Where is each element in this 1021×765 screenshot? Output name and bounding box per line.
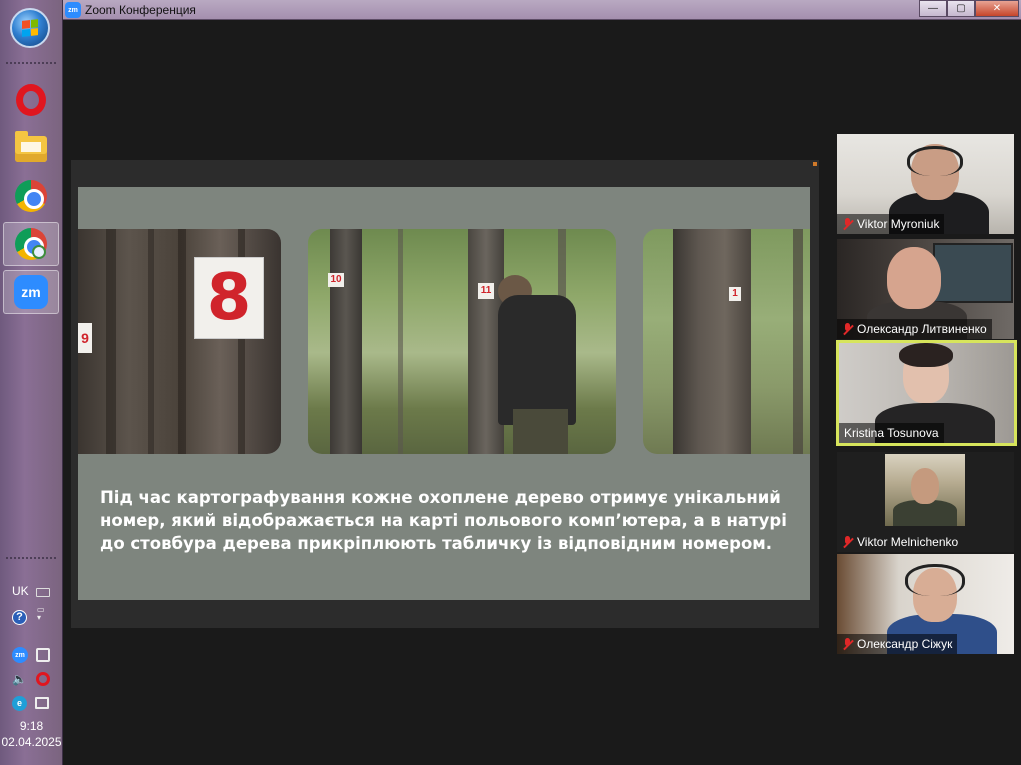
window-controls: — ▢ ✕ xyxy=(919,0,1019,18)
participant-silhouette xyxy=(887,247,941,309)
participant-tile-active-speaker[interactable]: Kristina Tosunova xyxy=(836,340,1017,446)
language-indicator[interactable]: UK xyxy=(12,584,29,598)
presentation-slide: 9 8 10 11 1 Під час картографування кожн… xyxy=(78,187,810,600)
taskbar-grip xyxy=(5,61,57,66)
clock-date: 02.04.2025 xyxy=(1,735,62,749)
zoom-window-icon: zm xyxy=(65,2,81,18)
share-indicator xyxy=(813,162,817,166)
keyboard-icon[interactable] xyxy=(36,588,50,597)
taskbar-app-chrome-profile[interactable] xyxy=(3,222,59,266)
display-icon[interactable] xyxy=(35,697,49,709)
windows-logo-icon xyxy=(22,19,38,37)
tree-number-tag: 10 xyxy=(328,273,344,287)
participant-name: Олександр Литвиненко xyxy=(857,322,987,336)
windows-taskbar: zm UK ? ▭ ▾ zm 🔈 e 9:18 02.04.2025 xyxy=(0,0,63,765)
tray-row: zm xyxy=(12,646,56,664)
tree-number-tag: 11 xyxy=(478,283,494,299)
person-figure xyxy=(513,409,568,454)
maximize-button[interactable]: ▢ xyxy=(947,0,975,17)
zoom-tray-icon[interactable]: zm xyxy=(12,647,28,663)
person-figure xyxy=(498,295,576,425)
taskbar-app-zoom[interactable]: zm xyxy=(3,270,59,314)
chrome-icon xyxy=(15,180,47,212)
zoom-icon: zm xyxy=(14,275,48,309)
mic-muted-icon xyxy=(842,322,853,336)
network-icon[interactable] xyxy=(36,648,50,662)
tree-number-tag: 1 xyxy=(729,287,741,301)
tray-row: 🔈 xyxy=(12,670,56,688)
taskbar-app-chrome[interactable] xyxy=(3,174,59,218)
folder-icon xyxy=(15,131,47,162)
participant-name: Kristina Tosunova xyxy=(844,426,939,440)
participant-name-bar: Viktor Melnichenko xyxy=(837,532,963,552)
mic-muted-icon xyxy=(842,217,853,231)
mic-muted-icon xyxy=(842,637,853,651)
participant-tile[interactable]: Viktor Melnichenko xyxy=(837,452,1014,552)
minimize-button[interactable]: — xyxy=(919,0,947,17)
participant-silhouette xyxy=(911,468,939,504)
participant-tile[interactable]: Олександр Литвиненко xyxy=(837,239,1014,339)
help-icon[interactable]: ? xyxy=(12,610,27,625)
slide-photo-forest-worker: 10 11 xyxy=(308,229,616,454)
taskbar-app-explorer[interactable] xyxy=(3,127,59,171)
slide-caption: Під час картографування кожне охоплене д… xyxy=(100,488,787,553)
participant-name-bar: Viktor Myroniuk xyxy=(837,214,945,234)
slide-photo-tree-tag-1: 1 xyxy=(643,229,810,454)
show-hidden-icons-icon[interactable]: ▭ ▾ xyxy=(37,606,47,622)
start-button[interactable] xyxy=(10,8,50,48)
participant-name-bar: Олександр Сіжук xyxy=(837,634,958,654)
close-button[interactable]: ✕ xyxy=(975,0,1019,17)
tray-row: e xyxy=(12,694,56,712)
participant-name-bar: Олександр Литвиненко xyxy=(837,319,992,339)
tree-number-tag: 8 xyxy=(194,257,264,339)
window-title: Zoom Конференция xyxy=(85,3,196,17)
opera-icon xyxy=(16,84,46,116)
participant-name: Viktor Melnichenko xyxy=(857,535,959,549)
zoom-meeting-area: 9 8 10 11 1 Під час картографування кожн… xyxy=(63,20,1021,765)
volume-icon[interactable]: 🔈 xyxy=(12,672,28,686)
participant-name-bar: Kristina Tosunova xyxy=(839,423,944,443)
participant-video xyxy=(885,454,965,526)
taskbar-app-opera[interactable] xyxy=(3,78,59,122)
system-clock[interactable]: 9:18 02.04.2025 xyxy=(0,718,63,750)
taskbar-grip xyxy=(5,556,57,561)
mic-muted-icon xyxy=(842,535,853,549)
tree-number-tag: 9 xyxy=(78,323,92,353)
participant-tile[interactable]: Viktor Myroniuk xyxy=(837,134,1014,234)
headset-icon xyxy=(907,146,963,176)
headset-icon xyxy=(905,564,965,596)
participant-name: Viktor Myroniuk xyxy=(857,217,940,231)
background-screen xyxy=(933,243,1013,303)
window-titlebar[interactable]: zm Zoom Конференция — ▢ ✕ xyxy=(63,0,1021,20)
opera-tray-icon[interactable] xyxy=(36,672,50,686)
clock-time: 9:18 xyxy=(19,719,44,733)
shared-screen[interactable]: 9 8 10 11 1 Під час картографування кожн… xyxy=(71,160,819,628)
participant-silhouette xyxy=(899,343,953,367)
slide-photo-tree-tag-8: 9 8 xyxy=(78,229,281,454)
participant-name: Олександр Сіжук xyxy=(857,637,953,651)
profile-badge-icon xyxy=(32,245,46,259)
e-tray-icon[interactable]: e xyxy=(12,695,27,711)
participant-tile[interactable]: Олександр Сіжук xyxy=(837,554,1014,654)
